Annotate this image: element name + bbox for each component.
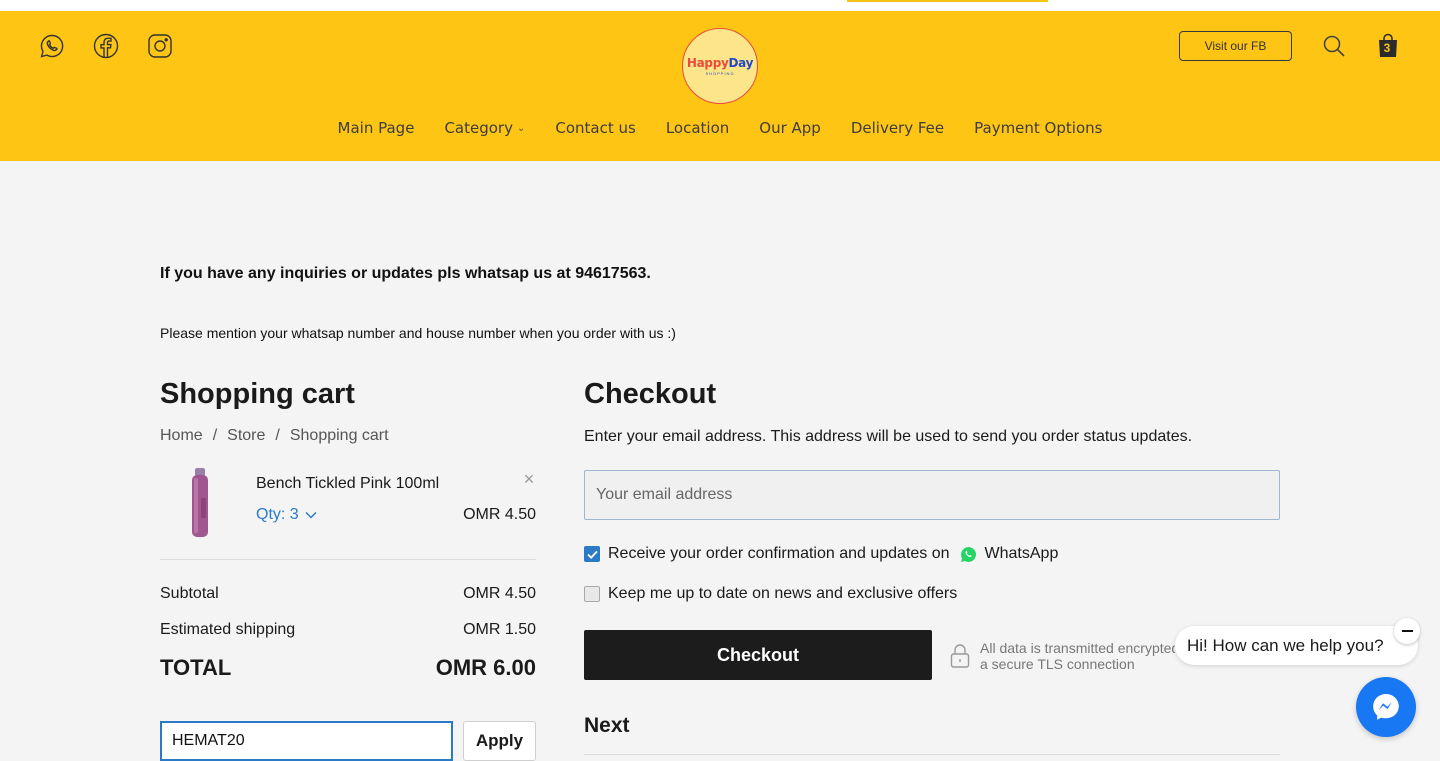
item-price: OMR 4.50 (463, 506, 536, 523)
instagram-icon[interactable] (147, 33, 173, 59)
news-optin-label: Keep me up to date on news and exclusive… (608, 585, 958, 602)
news-optin: Keep me up to date on news and exclusive… (584, 585, 1280, 603)
cart-icon[interactable]: 3 (1376, 33, 1400, 59)
nav-delivery-fee[interactable]: Delivery Fee (836, 119, 959, 137)
nav-our-app[interactable]: Our App (744, 119, 836, 137)
breadcrumb: Home / Store / Shopping cart (160, 427, 536, 445)
top-strip-accent (847, 0, 1048, 2)
search-icon[interactable] (1322, 34, 1346, 58)
cart-title: Shopping cart (160, 378, 355, 410)
whatsapp-optin-checkbox[interactable] (584, 546, 600, 562)
messenger-chat-button[interactable] (1356, 677, 1416, 737)
checkout-description: Enter your email address. This address w… (584, 428, 1193, 445)
secure-notice: All data is transmitted encrypted via a … (950, 640, 1175, 672)
nav-category-label: Category (444, 119, 513, 137)
secure-text: All data is transmitted encrypted via a … (980, 640, 1175, 672)
next-section-title: Next (584, 714, 630, 737)
nav-main-page[interactable]: Main Page (323, 119, 430, 137)
whatsapp-icon (960, 546, 976, 562)
shipping-label: Estimated shipping (160, 621, 296, 638)
divider (160, 559, 536, 560)
order-notice: Please mention your whatsap number and h… (160, 325, 676, 341)
email-field[interactable] (584, 470, 1280, 520)
divider (584, 754, 1280, 755)
logo-sub: SHOPPING (705, 71, 735, 76)
facebook-icon[interactable] (93, 33, 119, 59)
messenger-icon (1373, 694, 1399, 720)
cart-item: Bench Tickled Pink 100ml × Qty: 3 OMR 4.… (160, 468, 536, 544)
whatsapp-optin: Receive your order confirmation and upda… (584, 545, 1280, 563)
subtotal-label: Subtotal (160, 585, 219, 602)
minimize-chat-button[interactable] (1394, 618, 1420, 644)
shopping-cart-section: Shopping cart Home / Store / Shopping ca… (160, 378, 536, 681)
coupon-form: Apply (160, 721, 536, 761)
whatsapp-label: WhatsApp (984, 545, 1059, 562)
whatsapp-icon[interactable] (39, 33, 65, 59)
top-strip (0, 0, 1440, 11)
visit-fb-button[interactable]: Visit our FB (1179, 31, 1292, 61)
checkout-section: Checkout Enter your email address. This … (584, 378, 1280, 603)
check-icon (586, 550, 598, 559)
checkout-button[interactable]: Checkout (584, 630, 932, 680)
subtotal-value: OMR 4.50 (463, 585, 536, 602)
lock-icon (950, 644, 970, 668)
breadcrumb-separator: / (212, 427, 218, 444)
total-row: TOTAL OMR 6.00 (160, 655, 536, 681)
whatsapp-optin-label: Receive your order confirmation and upda… (608, 545, 950, 562)
site-header: HappyDay SHOPPING Visit our FB 3 Main Pa… (0, 11, 1440, 161)
cart-count-badge: 3 (1383, 41, 1391, 55)
nav-category[interactable]: Category ⌄ (429, 119, 540, 137)
breadcrumb-separator: / (275, 427, 280, 444)
chevron-down-icon (305, 511, 317, 519)
quantity-label: Qty: 3 (256, 506, 299, 523)
coupon-input[interactable] (160, 721, 453, 761)
minus-icon (1401, 630, 1413, 632)
subtotal-row: Subtotal OMR 4.50 (160, 585, 536, 603)
main-nav: Main Page Category ⌄ Contact us Location … (0, 119, 1440, 137)
logo-brand: HappyDay (686, 56, 754, 70)
inquiry-notice: If you have any inquiries or updates pls… (160, 265, 651, 282)
nav-contact-us[interactable]: Contact us (540, 119, 650, 137)
nav-payment-options[interactable]: Payment Options (959, 119, 1117, 137)
product-name[interactable]: Bench Tickled Pink 100ml (256, 475, 439, 493)
apply-coupon-button[interactable]: Apply (463, 721, 536, 761)
shipping-row: Estimated shipping OMR 1.50 (160, 621, 536, 639)
chat-greeting-bubble[interactable]: Hi! How can we help you? (1175, 626, 1418, 665)
chat-greeting-text: Hi! How can we help you? (1187, 635, 1384, 655)
checkout-title: Checkout (584, 378, 717, 410)
product-image[interactable] (178, 468, 222, 544)
quantity-selector[interactable]: Qty: 3 (256, 506, 317, 524)
breadcrumb-store[interactable]: Store (227, 427, 265, 445)
news-optin-checkbox[interactable] (584, 586, 600, 602)
chevron-down-icon: ⌄ (516, 122, 526, 134)
shipping-value: OMR 1.50 (463, 621, 536, 638)
total-label: TOTAL (160, 655, 232, 680)
nav-location[interactable]: Location (651, 119, 744, 137)
site-logo[interactable]: HappyDay SHOPPING (682, 28, 758, 104)
close-icon[interactable]: × (522, 470, 536, 488)
breadcrumb-home[interactable]: Home (160, 427, 203, 445)
total-value: OMR 6.00 (435, 655, 536, 680)
breadcrumb-current: Shopping cart (289, 427, 389, 444)
